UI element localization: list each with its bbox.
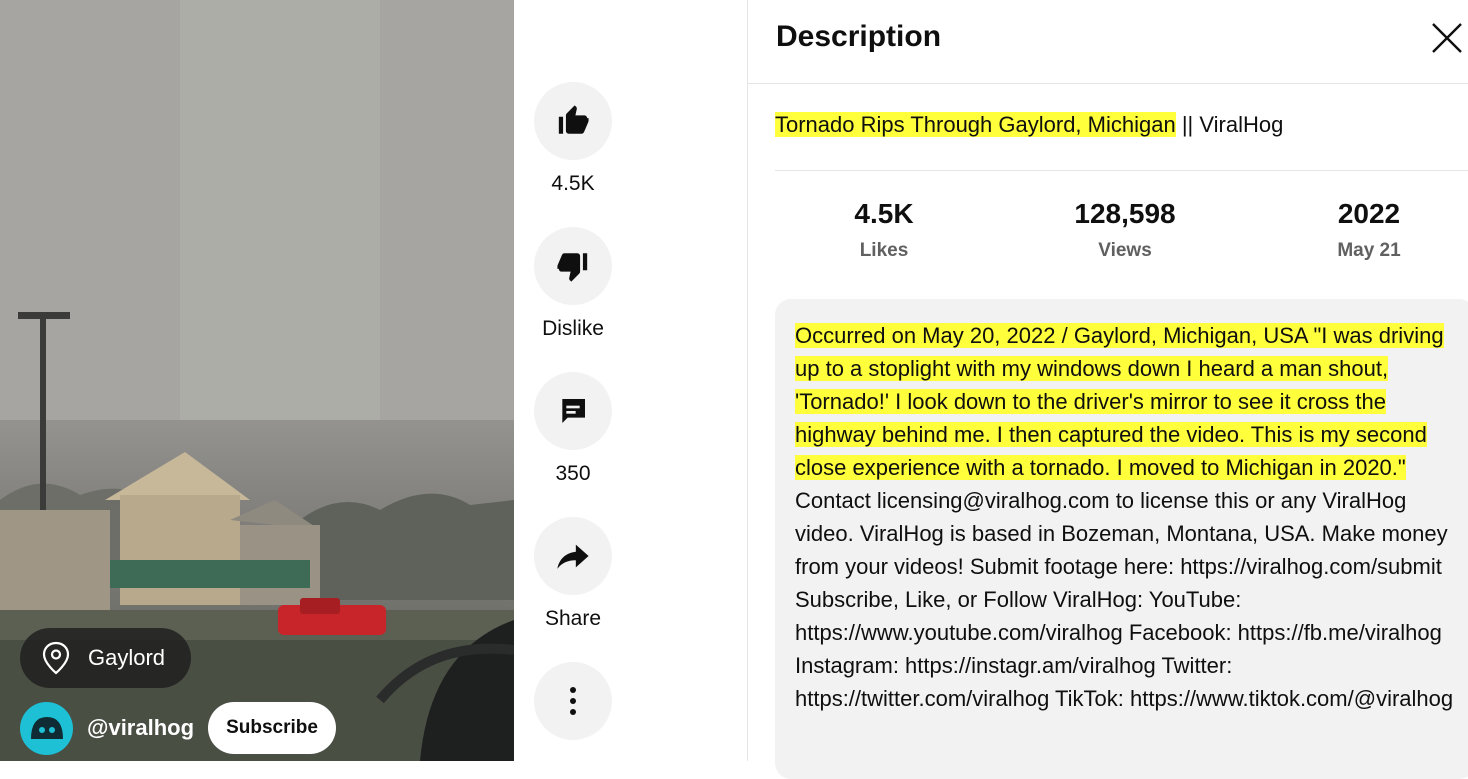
video-title: Tornado Rips Through Gaylord, Michigan |… [775, 112, 1283, 138]
divider [775, 170, 1468, 171]
avatar[interactable] [20, 701, 73, 755]
subscribe-button[interactable]: Subscribe [208, 702, 337, 754]
dislike-action: Dislike [533, 227, 613, 341]
like-button[interactable] [534, 82, 612, 160]
description-text: Occurred on May 20, 2022 / Gaylord, Mich… [795, 319, 1455, 715]
location-label: Gaylord [88, 645, 166, 670]
video-player[interactable]: Gaylord @viralhog Subscribe [0, 0, 514, 761]
comment-count: 350 [555, 462, 591, 485]
more-button[interactable] [534, 662, 612, 740]
close-icon[interactable] [1429, 20, 1465, 56]
like-action: 4.5K [533, 82, 613, 196]
panel-title: Description [776, 20, 942, 53]
description-highlighted: Occurred on May 20, 2022 / Gaylord, Mich… [795, 323, 1444, 480]
stat-value: 128,598 [1074, 198, 1176, 229]
dislike-label: Dislike [542, 317, 604, 340]
channel-row: @viralhog Subscribe [20, 700, 337, 756]
comment-action: 350 [533, 372, 613, 486]
like-count: 4.5K [551, 172, 595, 195]
panel-header: Description [748, 0, 1468, 84]
stat-value: 4.5K [854, 198, 914, 229]
stat-value: 2022 [1337, 198, 1401, 229]
share-button[interactable] [534, 517, 612, 595]
stat-label: Views [1098, 240, 1152, 261]
location-chip[interactable]: Gaylord [20, 628, 191, 688]
more-action [533, 662, 613, 740]
video-title-rest: || ViralHog [1175, 112, 1284, 137]
share-action: Share [533, 517, 613, 631]
more-vertical-icon [570, 687, 576, 715]
thumb-down-icon [557, 253, 588, 282]
channel-handle[interactable]: @viralhog [87, 715, 194, 741]
stat-date: 2022 May 21 [1269, 198, 1468, 262]
stat-likes: 4.5K Likes [784, 198, 984, 262]
stat-label: Likes [859, 240, 909, 261]
stat-views: 128,598 Views [1025, 198, 1225, 262]
share-label: Share [544, 607, 602, 630]
stats-row: 4.5K Likes 128,598 Views 2022 May 21 [775, 198, 1468, 278]
thumb-up-icon [558, 105, 589, 134]
video-title-highlighted: Tornado Rips Through Gaylord, Michigan [775, 112, 1176, 137]
comment-icon [561, 399, 585, 423]
dislike-button[interactable] [534, 227, 612, 305]
viralhog-logo-icon [30, 717, 63, 739]
comment-button[interactable] [534, 372, 612, 450]
share-icon [557, 544, 589, 569]
description-panel: Description Tornado Rips Through Gaylord… [747, 0, 1468, 779]
description-box[interactable]: Occurred on May 20, 2022 / Gaylord, Mich… [775, 299, 1468, 779]
location-pin-icon [42, 641, 70, 675]
description-rest: Contact licensing@viralhog.com to licens… [795, 488, 1454, 711]
stat-label: May 21 [1337, 240, 1401, 261]
